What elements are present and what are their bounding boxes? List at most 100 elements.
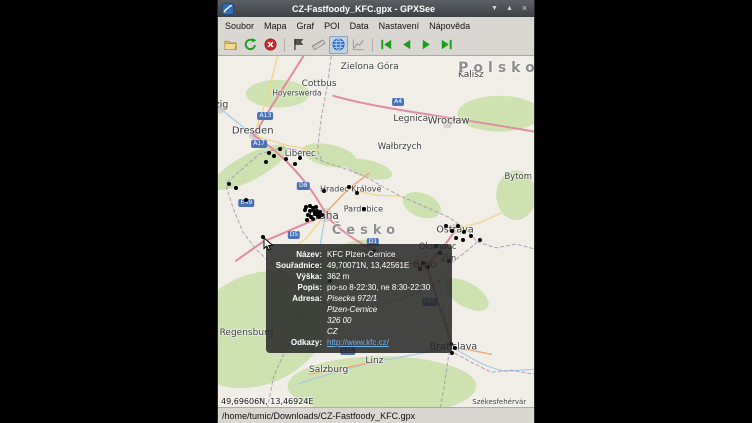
map-label-country: Polsko xyxy=(458,60,534,76)
last-file-icon xyxy=(439,37,454,52)
waypoint-dot[interactable] xyxy=(284,157,288,161)
window-title: CZ-Fastfoody_KFC.gpx - GPXSee xyxy=(238,4,489,14)
last-file-button[interactable] xyxy=(437,36,456,54)
menu-mapa[interactable]: Mapa xyxy=(259,19,292,33)
road-shield: A4 xyxy=(392,98,404,106)
poi-flag-icon xyxy=(291,37,306,52)
waypoint-dot[interactable] xyxy=(322,189,326,193)
waypoint-dot[interactable] xyxy=(444,224,448,228)
tooltip-field-label: Odkazy: xyxy=(274,337,322,348)
waypoint-dot[interactable] xyxy=(293,162,297,166)
toolbar xyxy=(218,34,534,56)
waypoint-dot[interactable] xyxy=(456,224,460,228)
waypoint-dot[interactable] xyxy=(308,204,312,208)
waypoint-dot[interactable] xyxy=(306,213,310,217)
first-file-button[interactable] xyxy=(377,36,396,54)
waypoint-dot[interactable] xyxy=(234,186,238,190)
menu-data[interactable]: Data xyxy=(345,19,374,33)
waypoint-dot[interactable] xyxy=(478,238,482,242)
reload-file-button[interactable] xyxy=(241,36,260,54)
tooltip-field-label: Popis: xyxy=(274,282,322,293)
show-graphs-button[interactable] xyxy=(349,36,368,54)
map-label-country: Česko xyxy=(332,223,400,238)
tooltip-field-value: CZ xyxy=(327,326,444,337)
waypoint-tooltip: Název: KFC Plzen-CerniceSouřadnice:49,700… xyxy=(266,244,452,353)
waypoint-dot[interactable] xyxy=(454,236,458,240)
tooltip-link[interactable]: http://www.kfc.cz/ xyxy=(327,337,444,348)
document-open-icon xyxy=(223,37,238,52)
menubar: SouborMapaGrafPOIDataNastaveníNápověda xyxy=(218,17,534,34)
tooltip-row: Souřadnice:49,70071N, 13,42561E xyxy=(274,260,444,271)
mouse-cursor-icon xyxy=(263,237,275,251)
waypoint-dot[interactable] xyxy=(462,230,466,234)
waypoint-dot[interactable] xyxy=(244,198,248,202)
close-file-icon xyxy=(263,37,278,52)
minimize-button[interactable]: ▼ xyxy=(489,3,500,14)
toolbar-separator xyxy=(284,38,285,52)
waypoint-dot[interactable] xyxy=(305,218,309,222)
road-shield: D8 xyxy=(297,182,309,190)
waypoint-dot[interactable] xyxy=(362,207,366,211)
next-file-button[interactable] xyxy=(417,36,436,54)
waypoint-dot[interactable] xyxy=(461,238,465,242)
toolbar-separator xyxy=(372,38,373,52)
tooltip-field-value: Plzen-Cernice xyxy=(327,304,444,315)
map-label-city: Zielona Góra xyxy=(341,62,399,72)
road-shield: D5 xyxy=(288,231,300,239)
tooltip-row: Adresa:Pisecka 972/1 xyxy=(274,293,444,304)
titlebar[interactable]: CZ-Fastfoody_KFC.gpx - GPXSee ▼ ▲ × xyxy=(218,0,534,17)
waypoint-dot[interactable] xyxy=(347,185,351,189)
tooltip-field-label: Název: xyxy=(274,249,322,260)
tooltip-row: Název: KFC Plzen-Cernice xyxy=(274,249,444,260)
menu-nastaven[interactable]: Nastavení xyxy=(374,19,425,33)
menu-npovda[interactable]: Nápověda xyxy=(424,19,475,33)
tooltip-field-value: 362 m xyxy=(327,271,444,282)
waypoint-dot[interactable] xyxy=(355,191,359,195)
opened-file-path: /home/tumic/Downloads/CZ-Fastfoody_KFC.g… xyxy=(222,411,415,421)
map-view[interactable]: CottbusZielona GóraKaliszLeipzigHoyerswe… xyxy=(218,56,534,407)
road-shield: A17 xyxy=(251,140,267,148)
menu-poi[interactable]: POI xyxy=(319,19,345,33)
waypoint-dot[interactable] xyxy=(312,209,316,213)
tooltip-row: CZ xyxy=(274,326,444,337)
road-shield: A13 xyxy=(258,112,274,120)
show-map-button[interactable] xyxy=(329,36,348,54)
show-map-globe-icon xyxy=(331,37,346,52)
tooltip-field-value: KFC Plzen-Cernice xyxy=(327,249,444,260)
menu-graf[interactable]: Graf xyxy=(292,19,320,33)
next-file-icon xyxy=(419,37,434,52)
waypoint-dot[interactable] xyxy=(278,147,282,151)
close-file-button[interactable] xyxy=(261,36,280,54)
map-label-city: Salzburg xyxy=(309,365,348,375)
close-button[interactable]: × xyxy=(519,3,530,14)
open-file-button[interactable] xyxy=(221,36,240,54)
statusbar: /home/tumic/Downloads/CZ-Fastfoody_KFC.g… xyxy=(218,407,534,423)
gpxsee-window: CZ-Fastfoody_KFC.gpx - GPXSee ▼ ▲ × Soub… xyxy=(217,0,535,423)
maximize-button[interactable]: ▲ xyxy=(504,3,515,14)
show-graphs-chart-icon xyxy=(351,37,366,52)
previous-file-icon xyxy=(399,37,414,52)
waypoint-dot[interactable] xyxy=(320,213,324,217)
waypoint-dot[interactable] xyxy=(264,160,268,164)
overlap-pois-button[interactable] xyxy=(309,36,328,54)
waypoint-dot[interactable] xyxy=(311,217,315,221)
map-label-city: Wałbrzych xyxy=(378,142,422,152)
waypoint-dot[interactable] xyxy=(267,151,271,155)
waypoint-dot[interactable] xyxy=(450,229,454,233)
tooltip-field-label xyxy=(274,304,322,315)
map-label-city: Székesfehérvár xyxy=(472,398,526,406)
previous-file-button[interactable] xyxy=(397,36,416,54)
tooltip-row: 326 00 xyxy=(274,315,444,326)
waypoint-dot[interactable] xyxy=(469,234,473,238)
waypoint-dot[interactable] xyxy=(303,208,307,212)
show-poi-button[interactable] xyxy=(289,36,308,54)
waypoint-dot[interactable] xyxy=(453,346,457,350)
map-label-city: Bytom xyxy=(504,172,532,182)
tooltip-row: Odkazy: http://www.kfc.cz/ xyxy=(274,337,444,348)
waypoint-dot[interactable] xyxy=(272,154,276,158)
waypoint-dot[interactable] xyxy=(298,156,302,160)
gpxsee-app-icon xyxy=(222,3,234,15)
waypoint-dot[interactable] xyxy=(227,182,231,186)
tooltip-field-label: Adresa: xyxy=(274,293,322,304)
menu-soubor[interactable]: Soubor xyxy=(220,19,259,33)
